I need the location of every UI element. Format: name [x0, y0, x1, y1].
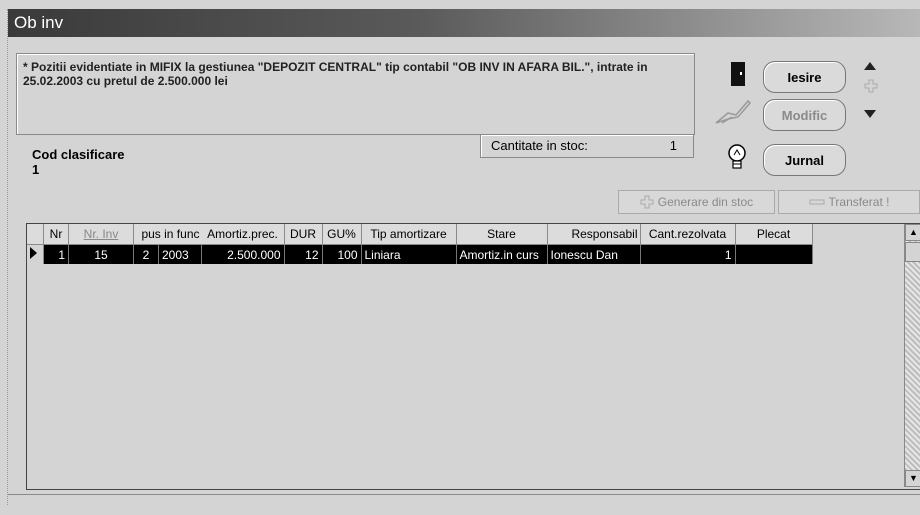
stock-quantity-label: Cantitate in stoc: [491, 138, 588, 153]
classification-code-value: 1 [32, 162, 40, 177]
row-pointer [27, 244, 44, 264]
hand-pen-icon [715, 99, 752, 124]
classification-code-label: Cod clasificare [32, 147, 125, 162]
generate-button-label: Generare din stoc [657, 195, 754, 209]
table-header-indicator [27, 224, 44, 245]
cell-tip-amortizare[interactable]: Liniara [361, 244, 457, 264]
exit-button-label: Iesire [787, 69, 822, 85]
scroll-up-button[interactable]: ▲ [905, 224, 920, 241]
stock-quantity-box: Cantitate in stoc: 1 [480, 134, 694, 158]
transfer-button-label: Transferat ! [828, 195, 890, 209]
window-title: Ob inv [14, 13, 64, 32]
vertical-scrollbar[interactable]: ▲ ▼ [904, 224, 920, 487]
table-header[interactable]: Amortiz.prec. [201, 224, 285, 245]
cell-amortiz-prec[interactable]: 2.500.000 [201, 244, 285, 264]
table-header[interactable]: pus in func [133, 224, 202, 245]
table-header[interactable]: Cant.rezolvata [640, 224, 736, 245]
cell-dur[interactable]: 12 [284, 244, 323, 264]
stock-quantity-value: 1 [669, 138, 677, 153]
door-icon [731, 62, 745, 86]
exit-button[interactable]: Iesire [763, 61, 846, 93]
transferred-button[interactable]: Transferat ! [778, 190, 920, 214]
cell-responsabil[interactable]: Ionescu Dan [547, 244, 641, 264]
row-pointer-icon [30, 247, 37, 259]
cell-pus-in-func-year[interactable]: 2003 [158, 244, 202, 264]
info-message-panel: * Pozitii evidentiate in MIFIX la gestiu… [16, 53, 695, 135]
window: Ob inv * Pozitii evidentiate in MIFIX la… [7, 9, 920, 515]
inventory-table[interactable]: Nr Nr. Inv pus in func Amortiz.prec. DUR… [26, 223, 920, 490]
cell-nr-inv[interactable]: 15 [68, 244, 134, 264]
arrow-down-icon[interactable] [863, 109, 877, 119]
scroll-down-button[interactable]: ▼ [905, 470, 920, 487]
table-header[interactable]: Responsabil [547, 224, 641, 245]
minus-icon [809, 199, 825, 205]
cell-nr[interactable]: 1 [43, 244, 69, 264]
inventory-table-body: Nr Nr. Inv pus in func Amortiz.prec. DUR… [27, 224, 813, 264]
modify-button-label: Modific [781, 107, 828, 123]
table-header[interactable]: Nr [43, 224, 69, 245]
table-header[interactable]: Plecat [735, 224, 813, 245]
arrow-up-icon[interactable] [863, 61, 877, 71]
scroll-thumb[interactable] [905, 242, 920, 262]
table-header[interactable]: Tip amortizare [361, 224, 457, 245]
table-header[interactable]: DUR [284, 224, 323, 245]
modify-button[interactable]: Modific [763, 99, 846, 131]
table-row[interactable]: 1 15 2 2003 2.500.000 12 100 Liniara Amo… [27, 244, 813, 264]
table-header[interactable]: Nr. Inv [68, 224, 134, 245]
journal-button-label: Jurnal [784, 152, 824, 168]
title-bar: Ob inv [8, 9, 920, 37]
table-header[interactable]: GU% [322, 224, 362, 245]
table-header[interactable]: Stare [456, 224, 548, 245]
plus-icon[interactable] [864, 79, 878, 93]
journal-button[interactable]: Jurnal [763, 144, 846, 176]
cell-gu-percent[interactable]: 100 [322, 244, 362, 264]
generate-from-stock-button[interactable]: Generare din stoc [618, 190, 775, 214]
cell-pus-in-func-month[interactable]: 2 [133, 244, 159, 264]
lightbulb-icon [728, 144, 746, 169]
info-message: * Pozitii evidentiate in MIFIX la gestiu… [23, 60, 648, 88]
plus-icon [640, 195, 654, 209]
table-header-row: Nr Nr. Inv pus in func Amortiz.prec. DUR… [27, 224, 813, 245]
cell-plecat[interactable] [735, 244, 813, 264]
cell-cant-rezolvata[interactable]: 1 [640, 244, 736, 264]
cell-stare[interactable]: Amortiz.in curs [456, 244, 548, 264]
